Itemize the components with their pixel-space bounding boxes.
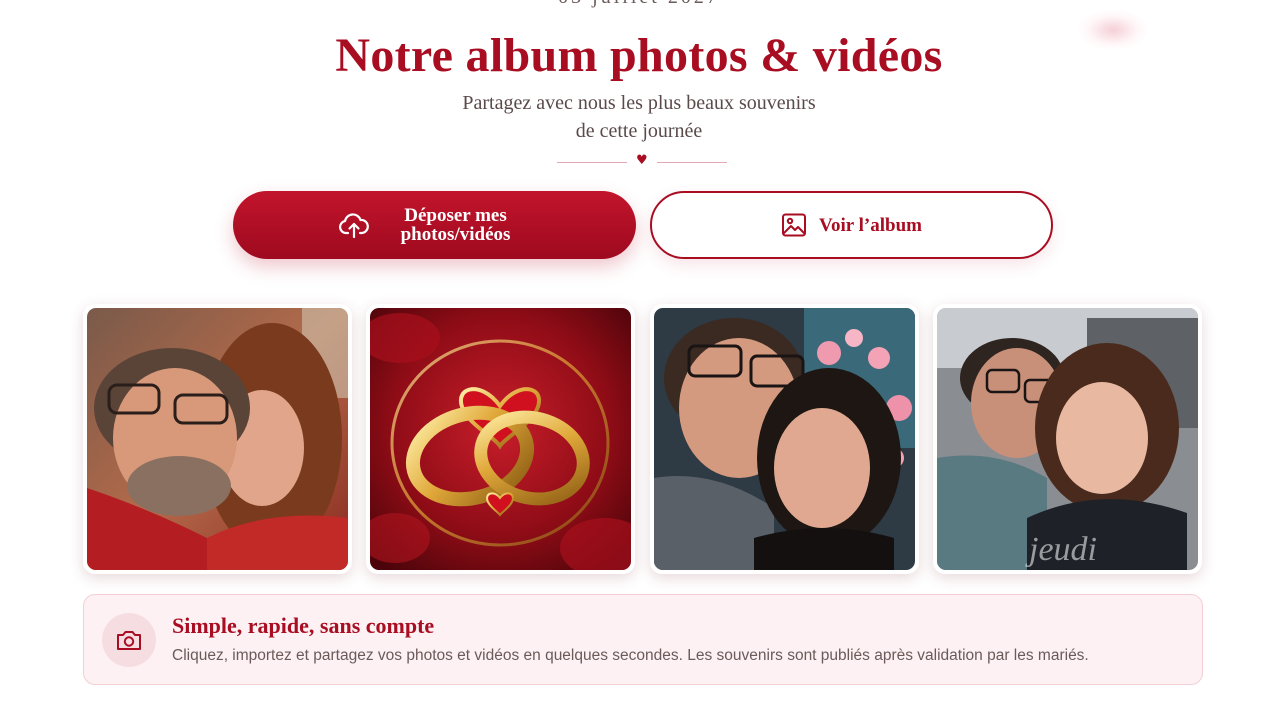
- couple-photo: [87, 308, 348, 570]
- divider-line-right: [657, 162, 727, 163]
- info-title: Simple, rapide, sans compte: [172, 613, 435, 638]
- cloud-upload-icon: [338, 211, 369, 239]
- gallery-photo-2[interactable]: [366, 304, 635, 574]
- camera-icon: [102, 613, 156, 667]
- divider-line-left: [557, 162, 627, 163]
- view-album-button[interactable]: Voir l’album: [650, 191, 1053, 259]
- upload-button[interactable]: Déposer mes photos/vidéos: [233, 191, 636, 259]
- svg-text:jeudi: jeudi: [1025, 531, 1097, 568]
- wedding-rings-illustration: [370, 308, 631, 570]
- upload-button-label: Déposer mes photos/vidéos: [400, 205, 511, 245]
- couple-photo: [654, 308, 915, 570]
- wedding-date: 03 juillet 2027: [0, 0, 1278, 9]
- heart-divider: ♥: [557, 153, 727, 173]
- image-icon: [781, 213, 807, 237]
- page-title: Notre album photos & vidéos: [335, 29, 943, 82]
- page-subtitle: Partagez avec nous les plus beaux souven…: [0, 89, 1278, 145]
- gallery-photo-4[interactable]: jeudi: [933, 304, 1202, 574]
- subtitle-line-2: de cette journée: [575, 120, 703, 142]
- photo-gallery: jeudi: [83, 304, 1203, 574]
- gallery-photo-3[interactable]: [650, 304, 919, 574]
- couple-photo: jeudi: [937, 308, 1198, 570]
- heart-icon: ♥: [636, 153, 648, 168]
- view-album-button-label: Voir l’album: [819, 214, 922, 236]
- info-banner: Simple, rapide, sans compte Cliquez, imp…: [83, 594, 1203, 685]
- subtitle-line-1: Partagez avec nous les plus beaux souven…: [462, 92, 816, 114]
- info-description: Cliquez, importez et partagez vos photos…: [172, 647, 1089, 664]
- gallery-photo-1[interactable]: [83, 304, 352, 574]
- page: 03 juillet 2027 Notre album photos & vid…: [0, 0, 1278, 728]
